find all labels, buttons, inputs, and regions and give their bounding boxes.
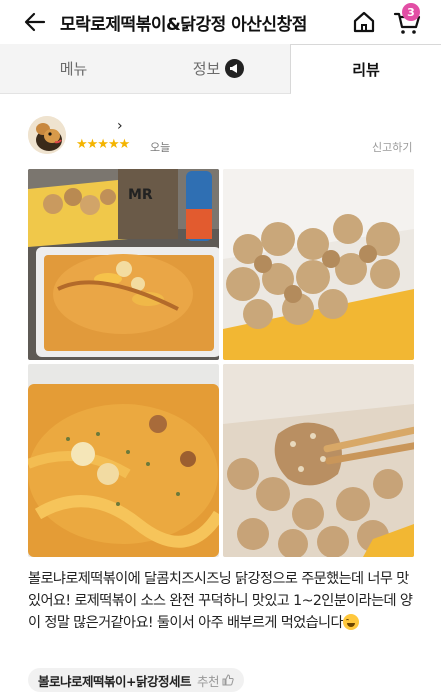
tab-review-label: 리뷰 (352, 61, 380, 79)
section-divider (0, 94, 441, 104)
svg-text:MR: MR (128, 187, 153, 203)
megaphone-icon (225, 59, 245, 78)
tab-review[interactable]: 리뷰 (291, 44, 441, 94)
back-arrow-icon[interactable] (22, 9, 48, 35)
laughing-face-icon (342, 614, 359, 630)
reviewer-chevron-icon[interactable]: › (117, 118, 123, 134)
review-date: 오늘 (150, 141, 171, 154)
review-photo[interactable] (223, 169, 414, 360)
review-photo[interactable] (28, 364, 219, 557)
home-icon[interactable] (350, 8, 378, 36)
tab-info[interactable]: 정보 (147, 44, 291, 94)
avatar[interactable] (28, 116, 66, 154)
ordered-menu-chip: 볼로냐로제떡볶이+닭강정세트 추천 (28, 668, 244, 692)
review-photo[interactable]: MR (28, 169, 219, 360)
ordered-menu-name: 볼로냐로제떡볶이+닭강정세트 (38, 673, 191, 689)
top-app-bar: 모락로제떡볶이&닭강정 아산신창점 3 (0, 0, 441, 44)
star-rating: ★★★★★ (76, 137, 130, 152)
store-title: 모락로제떡볶이&닭강정 아산신창점 (60, 15, 307, 35)
recommend-label: 추천 (196, 673, 220, 689)
tab-info-label: 정보 (192, 60, 221, 78)
report-link[interactable]: 신고하기 (372, 139, 412, 155)
tab-menu[interactable]: 메뉴 (0, 44, 147, 94)
review-photo[interactable] (223, 364, 414, 557)
cart-count-badge: 3 (402, 3, 420, 21)
thumbs-up-icon (222, 674, 234, 686)
review-body: 볼로냐로제떡볶이에 달콤치즈시즈닝 닭강정으로 주문했는데 너무 맛있어요! 로… (28, 568, 420, 634)
store-tabs: 메뉴 정보 리뷰 (0, 44, 441, 94)
tab-menu-label: 메뉴 (59, 60, 88, 78)
